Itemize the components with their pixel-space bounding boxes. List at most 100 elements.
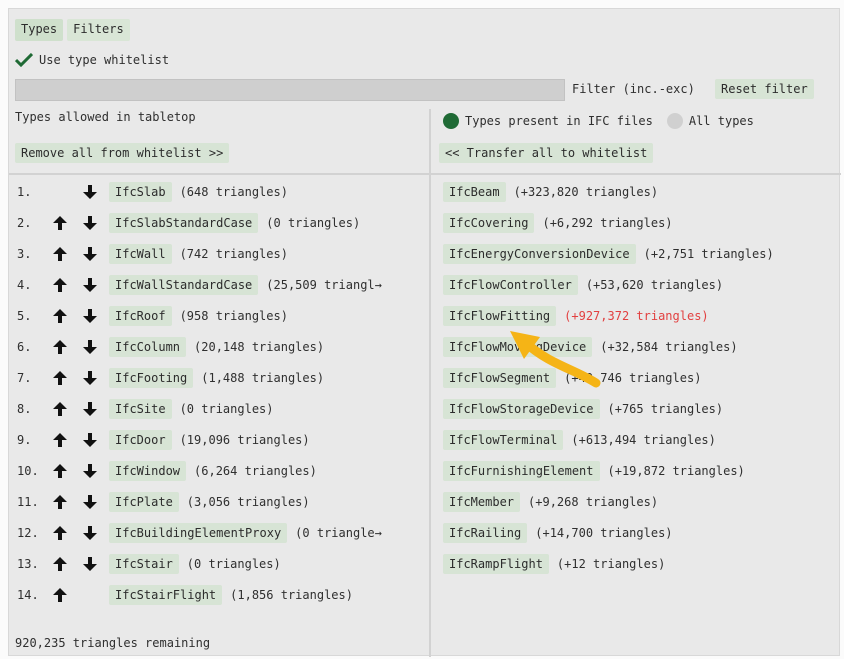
move-down-button[interactable]: [75, 340, 105, 354]
move-down-button[interactable]: [75, 247, 105, 261]
move-down-button[interactable]: [75, 309, 105, 323]
type-name-button[interactable]: IfcFlowTerminal: [443, 430, 564, 450]
ifc-type-panel: Types Filters Use type whitelist Filter …: [8, 8, 841, 657]
move-down-button[interactable]: [75, 433, 105, 447]
type-name-button[interactable]: IfcFlowController: [443, 275, 578, 295]
row-index: 10.: [17, 464, 39, 478]
transfer-all-button[interactable]: << Transfer all to whitelist: [439, 143, 654, 163]
type-name-button[interactable]: IfcSite: [109, 399, 172, 419]
triangle-count: (+19,872 triangles): [607, 464, 745, 478]
move-down-button[interactable]: [75, 371, 105, 385]
whitelist-list: 1. IfcSlab (648 triangles) 2. IfcSlabStandar…: [17, 179, 422, 619]
type-source-radio-group: Types present in IFC files All types: [443, 113, 754, 129]
triangle-count: (0 triangles): [179, 402, 274, 416]
move-up-button[interactable]: [45, 526, 75, 540]
move-down-button[interactable]: [75, 402, 105, 416]
move-down-button[interactable]: [75, 526, 105, 540]
move-up-button[interactable]: [45, 216, 75, 230]
available-type-row: IfcFurnishingElement (+19,872 triangles): [443, 458, 745, 484]
filter-input[interactable]: [15, 79, 565, 101]
arrow-down-icon: [83, 526, 97, 540]
move-down-button[interactable]: [75, 185, 105, 199]
move-up-button[interactable]: [45, 278, 75, 292]
type-name-button[interactable]: IfcFlowStorageDevice: [443, 399, 600, 419]
type-name-button[interactable]: IfcStairFlight: [109, 585, 223, 605]
move-up-button[interactable]: [45, 495, 75, 509]
available-types-list: IfcBeam (+323,820 triangles) IfcCovering (+…: [443, 179, 833, 619]
check-icon: [14, 52, 34, 68]
type-name-button[interactable]: IfcWallStandardCase: [109, 275, 259, 295]
arrow-up-icon: [53, 495, 67, 509]
radio-present-types[interactable]: [443, 113, 459, 129]
available-type-row: IfcRailing (+14,700 triangles): [443, 520, 673, 546]
type-name-button[interactable]: IfcBuildingElementProxy: [109, 523, 288, 543]
type-name-button[interactable]: IfcColumn: [109, 337, 187, 357]
move-up-button[interactable]: [45, 247, 75, 261]
type-name-button[interactable]: IfcBeam: [443, 182, 506, 202]
arrow-up-icon: [53, 371, 67, 385]
type-name-button[interactable]: IfcMember: [443, 492, 521, 512]
triangle-count: (+323,820 triangles): [513, 185, 659, 199]
reset-filter-button[interactable]: Reset filter: [715, 79, 814, 99]
type-name-button[interactable]: IfcWindow: [109, 461, 187, 481]
type-name-button[interactable]: IfcFooting: [109, 368, 194, 388]
row-index: 3.: [17, 247, 32, 261]
arrow-down-icon: [83, 185, 97, 199]
type-name-button[interactable]: IfcRampFlight: [443, 554, 549, 574]
type-name-button[interactable]: IfcSlab: [109, 182, 172, 202]
remove-all-button[interactable]: Remove all from whitelist >>: [15, 143, 230, 163]
move-up-button[interactable]: [45, 588, 75, 602]
move-up-button[interactable]: [45, 464, 75, 478]
type-name-button[interactable]: IfcSlabStandardCase: [109, 213, 259, 233]
triangle-count: (648 triangles): [179, 185, 288, 199]
arrow-up-icon: [53, 340, 67, 354]
row-index: 5.: [17, 309, 32, 323]
move-down-button[interactable]: [75, 216, 105, 230]
type-name-button[interactable]: IfcRoof: [109, 306, 172, 326]
arrow-down-icon: [83, 278, 97, 292]
type-name-button[interactable]: IfcWall: [109, 244, 172, 264]
move-down-button[interactable]: [75, 557, 105, 571]
triangle-count: (19,096 triangles): [179, 433, 310, 447]
available-type-row: IfcMember (+9,268 triangles): [443, 489, 658, 515]
type-name-button[interactable]: IfcPlate: [109, 492, 179, 512]
triangle-count: (20,148 triangles): [194, 340, 325, 354]
tab-filters[interactable]: Filters: [67, 19, 130, 41]
move-up-button[interactable]: [45, 340, 75, 354]
row-index: 7.: [17, 371, 32, 385]
move-down-button[interactable]: [75, 278, 105, 292]
move-up-button[interactable]: [45, 309, 75, 323]
arrow-down-icon: [83, 340, 97, 354]
available-type-row: IfcCovering (+6,292 triangles): [443, 210, 673, 236]
radio-all-types[interactable]: [666, 113, 683, 129]
row-index: 2.: [17, 216, 32, 230]
move-up-button[interactable]: [45, 433, 75, 447]
header-divider: [9, 173, 841, 175]
type-name-button[interactable]: IfcEnergyConversionDevice: [443, 244, 636, 264]
move-down-button[interactable]: [75, 464, 105, 478]
column-divider: [429, 109, 431, 657]
type-name-button[interactable]: IfcFurnishingElement: [443, 461, 600, 481]
type-name-button[interactable]: IfcCovering: [443, 213, 535, 233]
arrow-down-icon: [83, 557, 97, 571]
type-name-button[interactable]: IfcRailing: [443, 523, 528, 543]
type-name-button[interactable]: IfcDoor: [109, 430, 172, 450]
type-name-button[interactable]: IfcStair: [109, 554, 179, 574]
move-up-button[interactable]: [45, 557, 75, 571]
allowed-types-heading: Types allowed in tabletop: [15, 110, 196, 124]
triangle-count: (+6,292 triangles): [542, 216, 673, 230]
available-type-row: IfcFlowTerminal (+613,494 triangles): [443, 427, 716, 453]
available-type-row: IfcBeam (+323,820 triangles): [443, 179, 658, 205]
arrow-down-icon: [83, 216, 97, 230]
tab-bar: Types Filters: [15, 19, 130, 41]
arrow-up-icon: [53, 309, 67, 323]
whitelist-row: 11. IfcPlate (3,056 triangles): [17, 489, 422, 515]
radio-all-label: All types: [688, 114, 754, 128]
move-up-button[interactable]: [45, 371, 75, 385]
move-up-button[interactable]: [45, 402, 75, 416]
tab-types[interactable]: Types: [15, 19, 64, 41]
arrow-up-icon: [53, 464, 67, 478]
whitelist-checkbox[interactable]: Use type whitelist: [14, 52, 169, 68]
arrow-down-icon: [83, 495, 97, 509]
move-down-button[interactable]: [75, 495, 105, 509]
